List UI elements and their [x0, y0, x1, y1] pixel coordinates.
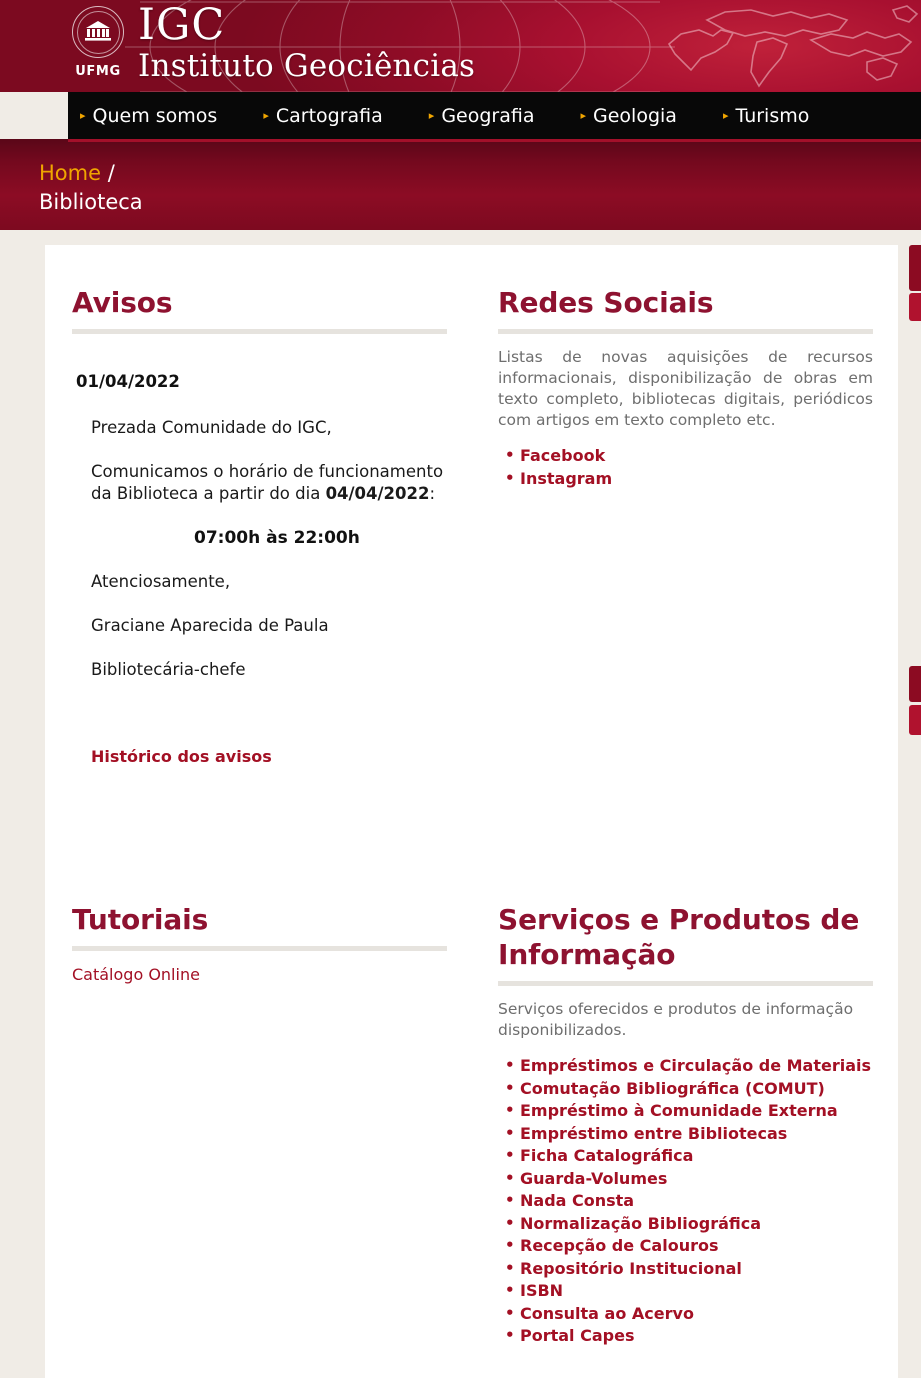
nav-underline	[68, 139, 921, 142]
link-catalogo-online[interactable]: Catálogo Online	[72, 965, 447, 984]
link-emprestimo-entre-bibliotecas[interactable]: Empréstimo entre Bibliotecas	[505, 1122, 873, 1146]
arrow-right-icon: ▸	[428, 109, 435, 122]
redes-sociais-title: Redes Sociais	[498, 286, 714, 319]
site-brand[interactable]: IGC Instituto Geociências	[138, 2, 475, 84]
section-divider	[498, 329, 873, 334]
link-guarda-volumes[interactable]: Guarda-Volumes	[505, 1167, 873, 1191]
content-card: Avisos 01/04/2022 Prezada Comunidade do …	[45, 245, 898, 1378]
section-divider	[72, 329, 447, 334]
aviso-greeting: Prezada Comunidade do IGC,	[91, 418, 332, 437]
servicos-section: Serviços e Produtos de Informação Serviç…	[498, 902, 873, 1348]
nav-item-geologia[interactable]: ▸ Geologia	[580, 105, 676, 127]
section-divider	[72, 946, 447, 951]
nav-item-label: Geologia	[593, 104, 677, 127]
side-tab-1[interactable]	[909, 245, 921, 291]
aviso-signer-name: Graciane Aparecida de Paula	[91, 616, 329, 635]
link-recepcao-calouros[interactable]: Recepção de Calouros	[505, 1234, 873, 1258]
world-map-graphic	[667, 5, 919, 88]
aviso-signer-role: Bibliotecária-chefe	[91, 660, 246, 679]
ufmg-seal-logo[interactable]: UFMG	[68, 6, 128, 88]
nav-item-quem-somos[interactable]: ▸ Quem somos	[80, 105, 217, 127]
servicos-title: Serviços e Produtos de Informação	[498, 903, 860, 971]
link-normalizacao-bibliografica[interactable]: Normalização Bibliográfica	[505, 1212, 873, 1236]
side-tab-4[interactable]	[909, 705, 921, 735]
redes-sociais-section: Redes Sociais Listas de novas aquisições…	[498, 285, 873, 490]
side-tab-3[interactable]	[909, 666, 921, 702]
link-instagram[interactable]: Instagram	[505, 467, 873, 491]
link-comutacao-bibliografica[interactable]: Comutação Bibliográfica (COMUT)	[505, 1077, 873, 1101]
nav-item-geografia[interactable]: ▸ Geografia	[429, 105, 535, 127]
aviso-message-line2-prefix: da Biblioteca a partir do dia	[91, 484, 326, 503]
link-portal-capes[interactable]: Portal Capes	[505, 1324, 873, 1348]
main-navigation: ▸ Quem somos ▸ Cartografia ▸ Geografia ▸…	[68, 92, 921, 139]
breadcrumb-separator: /	[107, 161, 115, 185]
nav-item-label: Geografia	[441, 104, 535, 127]
link-consulta-acervo[interactable]: Consulta ao Acervo	[505, 1302, 873, 1326]
brand-name: Instituto Geociências	[138, 48, 476, 84]
servicos-links: Empréstimos e Circulação de Materiais Co…	[498, 1054, 873, 1348]
historico-dos-avisos-link[interactable]: Histórico dos avisos	[91, 747, 272, 766]
arrow-right-icon: ▸	[263, 109, 269, 122]
brand-acronym: IGC	[138, 0, 226, 50]
aviso-closing: Atenciosamente,	[91, 572, 231, 591]
link-nada-consta[interactable]: Nada Consta	[505, 1189, 873, 1213]
link-isbn[interactable]: ISBN	[505, 1279, 873, 1303]
link-ficha-catalografica[interactable]: Ficha Catalográfica	[505, 1144, 873, 1168]
seal-label: UFMG	[75, 64, 121, 79]
redes-sociais-links: Facebook Instagram	[498, 444, 873, 491]
aviso-message: Comunicamos o horário de funcionamento d…	[91, 461, 447, 505]
site-header-banner: UFMG IGC Instituto Geociências	[0, 0, 921, 92]
aviso-date: 01/04/2022	[76, 372, 180, 391]
tutoriais-title: Tutoriais	[72, 903, 209, 936]
aviso-hours: 07:00h às 22:00h	[194, 528, 360, 548]
breadcrumb: Home / Biblioteca	[39, 159, 143, 217]
servicos-description: Serviços oferecidos e produtos de inform…	[498, 1000, 854, 1039]
redes-sociais-description: Listas de novas aquisições de recursos i…	[498, 348, 873, 429]
link-emprestimos-circulacao[interactable]: Empréstimos e Circulação de Materiais	[505, 1054, 873, 1078]
nav-item-label: Quem somos	[92, 104, 218, 127]
avisos-title: Avisos	[72, 286, 173, 319]
link-emprestimo-comunidade[interactable]: Empréstimo à Comunidade Externa	[505, 1099, 873, 1123]
aviso-message-line2-suffix: :	[429, 484, 436, 503]
aviso-message-date: 04/04/2022	[325, 484, 430, 503]
arrow-right-icon: ▸	[722, 109, 729, 122]
breadcrumb-current: Biblioteca	[39, 190, 143, 214]
section-divider	[498, 981, 873, 986]
avisos-section: Avisos 01/04/2022 Prezada Comunidade do …	[72, 285, 447, 766]
nav-item-label: Turismo	[735, 104, 810, 127]
tutoriais-section: Tutoriais Catálogo Online	[72, 902, 447, 984]
breadcrumb-home-link[interactable]: Home	[39, 161, 101, 185]
aviso-body: Prezada Comunidade do IGC, Comunicamos o…	[91, 417, 447, 681]
nav-item-label: Cartografia	[275, 104, 383, 127]
seal-building-icon	[85, 21, 111, 41]
nav-item-turismo[interactable]: ▸ Turismo	[723, 105, 809, 127]
link-repositorio-institucional[interactable]: Repositório Institucional	[505, 1257, 873, 1281]
arrow-right-icon: ▸	[580, 109, 587, 122]
breadcrumb-strip: Home / Biblioteca	[0, 139, 921, 230]
arrow-right-icon: ▸	[80, 109, 86, 122]
aviso-message-line1: Comunicamos o horário de funcionamento	[91, 462, 444, 481]
link-facebook[interactable]: Facebook	[505, 444, 873, 468]
nav-item-cartografia[interactable]: ▸ Cartografia	[263, 105, 382, 127]
side-tab-2[interactable]	[909, 293, 921, 321]
